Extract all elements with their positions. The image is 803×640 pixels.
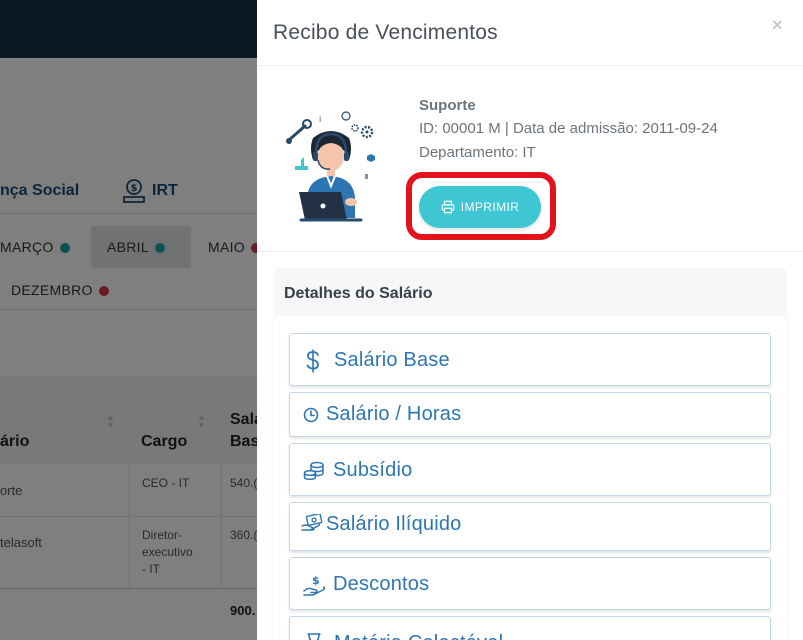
accordion-salario-horas[interactable]: Salário / Horas bbox=[289, 392, 771, 437]
clock-icon bbox=[303, 393, 319, 436]
print-button-label: IMPRIMIR bbox=[460, 200, 520, 214]
employee-department: Departamento: IT bbox=[419, 144, 536, 161]
accordion-label: Descontos bbox=[333, 573, 430, 595]
salary-details-card: Salário Base Salário / Horas Subsídio Sa… bbox=[273, 316, 787, 640]
accordion-label: Salário / Horas bbox=[326, 403, 462, 425]
employee-profile: i Suporte ID: 00001 M | Data de admissão… bbox=[257, 66, 803, 252]
employee-id-admission: ID: 00001 M | Data de admissão: 2011-09-… bbox=[419, 120, 718, 137]
modal-header: Recibo de Vencimentos × bbox=[257, 0, 803, 66]
receipt-modal: Recibo de Vencimentos × i Suporte ID: 00… bbox=[257, 0, 803, 640]
svg-text:$: $ bbox=[312, 574, 320, 587]
hourglass-icon bbox=[306, 617, 322, 640]
accordion-salario-iliquido[interactable]: Salário Ilíquido bbox=[289, 502, 771, 551]
coins-icon bbox=[303, 444, 325, 497]
accordion-label: Salário Base bbox=[334, 349, 450, 371]
dollar-icon bbox=[306, 334, 320, 387]
hand-dollar-icon: $ bbox=[303, 558, 327, 611]
employee-name: Suporte bbox=[419, 97, 476, 114]
salary-details-title: Detalhes do Salário bbox=[284, 285, 433, 302]
accordion-label: Subsídio bbox=[333, 459, 413, 481]
svg-text:i: i bbox=[319, 115, 321, 124]
money-hand-icon bbox=[301, 503, 323, 543]
modal-title: Recibo de Vencimentos bbox=[273, 21, 498, 44]
accordion-subsidio[interactable]: Subsídio bbox=[289, 443, 771, 496]
print-button[interactable]: IMPRIMIR bbox=[419, 186, 541, 228]
accordion-label: Matéria Colectável bbox=[334, 632, 503, 640]
salary-details-section: Detalhes do Salário Salário Base Salário… bbox=[273, 268, 787, 640]
accordion-label: Salário Ilíquido bbox=[326, 513, 462, 535]
accordion-materia-colectavel[interactable]: Matéria Colectável bbox=[289, 616, 771, 640]
accordion-salario-base[interactable]: Salário Base bbox=[289, 333, 771, 386]
support-agent-illustration: i bbox=[286, 111, 375, 222]
printer-icon bbox=[441, 200, 455, 214]
accordion-descontos[interactable]: $ Descontos bbox=[289, 557, 771, 610]
close-icon[interactable]: × bbox=[772, 15, 783, 36]
